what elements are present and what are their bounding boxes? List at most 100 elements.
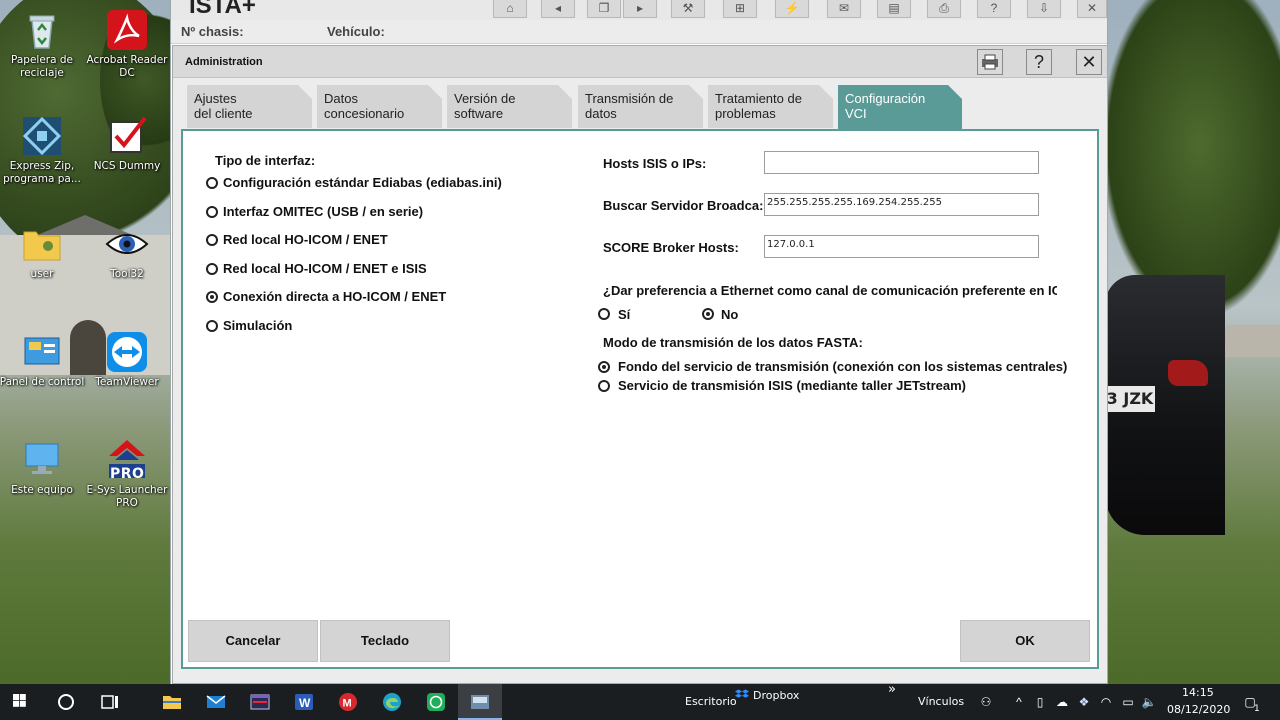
option-ethernet-yes[interactable]: Sí bbox=[618, 307, 630, 322]
tab-transmision-datos[interactable]: Transmisión de datos bbox=[578, 85, 703, 128]
radio-ediabas-standard[interactable] bbox=[206, 177, 218, 189]
task-view-icon bbox=[101, 695, 118, 709]
printer-icon bbox=[982, 54, 998, 70]
forward-arrow-icon[interactable]: ▸ bbox=[623, 0, 657, 18]
tab-label: Ajustes del cliente bbox=[194, 91, 253, 121]
tab-datos-concesionario[interactable]: Datos concesionario bbox=[317, 85, 442, 128]
start-button[interactable] bbox=[0, 684, 44, 720]
taskbar-whatsapp[interactable] bbox=[414, 684, 458, 720]
recycle-bin-icon bbox=[29, 15, 55, 49]
desktop-icon-recycle-bin[interactable]: Papelera de reciclaje bbox=[0, 8, 87, 79]
taskbar-app-browser[interactable] bbox=[238, 684, 282, 720]
option-fasta-background[interactable]: Fondo del servicio de transmisión (conex… bbox=[618, 359, 1067, 374]
download-icon[interactable]: ⇩ bbox=[1027, 0, 1061, 18]
desktop-icon-teamviewer[interactable]: TeamViewer bbox=[82, 330, 172, 389]
radio-direct-connection[interactable] bbox=[206, 291, 218, 303]
taskbar-word[interactable]: W bbox=[282, 684, 326, 720]
toolbar-vinculos[interactable]: Vínculos bbox=[918, 695, 964, 708]
cancel-button[interactable]: Cancelar bbox=[188, 620, 318, 662]
desktop-icon-ncs-dummy[interactable]: NCS Dummy bbox=[82, 114, 172, 173]
measure-icon[interactable]: ⊞ bbox=[723, 0, 757, 18]
document-icon[interactable]: ▤ bbox=[877, 0, 911, 18]
score-broker-field[interactable]: 127.0.0.1 bbox=[764, 235, 1039, 258]
toolbar-dropbox[interactable]: Dropbox bbox=[753, 689, 799, 702]
volume-icon[interactable]: 🔈 bbox=[1141, 694, 1157, 710]
option-ethernet-no[interactable]: No bbox=[721, 307, 738, 322]
edge-icon bbox=[383, 693, 401, 711]
tab-ajustes-cliente[interactable]: Ajustes del cliente bbox=[187, 85, 312, 128]
clock-date[interactable]: 08/12/2020 bbox=[1167, 703, 1230, 716]
desktop-icon-control-panel[interactable]: Panel de control bbox=[0, 330, 87, 389]
isis-hosts-field[interactable] bbox=[764, 151, 1039, 174]
taskbar-file-explorer[interactable] bbox=[150, 684, 194, 720]
close-button[interactable]: ✕ bbox=[1076, 49, 1102, 75]
radio-ethernet-no[interactable] bbox=[702, 308, 714, 320]
help-button[interactable]: ? bbox=[1026, 49, 1052, 75]
desktop-icon-label: Panel de control bbox=[0, 376, 85, 388]
radio-simulation[interactable] bbox=[206, 320, 218, 332]
desktop-icon-label: Express Zip, programa pa... bbox=[3, 160, 81, 185]
taskbar-mega[interactable]: M bbox=[326, 684, 370, 720]
tab-version-software[interactable]: Versión de software bbox=[447, 85, 572, 128]
folder-icon bbox=[163, 696, 181, 709]
taskbar-edge[interactable] bbox=[370, 684, 414, 720]
back-arrow-icon[interactable]: ◂ bbox=[541, 0, 575, 18]
radio-lan-enet-isis[interactable] bbox=[206, 263, 218, 275]
option-simulation[interactable]: Simulación bbox=[223, 318, 292, 333]
desktop-icon-label: Tool32 bbox=[110, 268, 144, 280]
tab-configuracion-vci[interactable]: Configuración VCI bbox=[838, 85, 962, 130]
ok-button[interactable]: OK bbox=[960, 620, 1090, 662]
wifi-icon[interactable]: ◠ bbox=[1098, 694, 1114, 710]
print-icon[interactable]: ⎙ bbox=[927, 0, 961, 18]
svg-text:W: W bbox=[299, 696, 311, 710]
tab-tratamiento-problemas[interactable]: Tratamiento de problemas bbox=[708, 85, 833, 128]
teamviewer-icon bbox=[107, 332, 147, 372]
connect-icon[interactable]: ⚡ bbox=[775, 0, 809, 18]
radio-lan-enet[interactable] bbox=[206, 234, 218, 246]
option-ediabas-standard[interactable]: Configuración estándar Ediabas (ediabas.… bbox=[223, 175, 502, 190]
option-lan-enet-isis[interactable]: Red local HO-ICOM / ENET e ISIS bbox=[223, 261, 427, 276]
onedrive-icon[interactable]: ☁ bbox=[1054, 694, 1070, 710]
taskbar-ista-active[interactable] bbox=[458, 684, 502, 720]
desktop-icon-express-zip[interactable]: Express Zip, programa pa... bbox=[0, 114, 87, 185]
express-zip-icon bbox=[22, 116, 62, 156]
task-view-button[interactable] bbox=[88, 684, 132, 720]
desktop-icon-tool32[interactable]: Tool32 bbox=[82, 222, 172, 281]
desktop-icon-acrobat[interactable]: Acrobat Reader DC bbox=[82, 8, 172, 79]
people-icon[interactable]: ⚇ bbox=[978, 694, 994, 710]
wrench-icon[interactable]: ⚒ bbox=[671, 0, 705, 18]
copy-icon[interactable]: ❐ bbox=[587, 0, 621, 18]
help-icon[interactable]: ? bbox=[977, 0, 1011, 18]
dropbox-tray-icon[interactable]: ❖ bbox=[1076, 694, 1092, 710]
radio-fasta-isis[interactable] bbox=[598, 380, 610, 392]
chevron-up-icon[interactable]: ^ bbox=[1011, 694, 1027, 710]
option-direct-connection[interactable]: Conexión directa a HO-ICOM / ENET bbox=[223, 289, 446, 304]
device-icon[interactable]: ▯ bbox=[1032, 694, 1048, 710]
option-omitec[interactable]: Interfaz OMITEC (USB / en serie) bbox=[223, 204, 423, 219]
search-button[interactable] bbox=[44, 684, 88, 720]
radio-fasta-background[interactable] bbox=[598, 361, 610, 373]
toolbar-chevron[interactable]: » bbox=[888, 682, 896, 697]
option-lan-enet[interactable]: Red local HO-ICOM / ENET bbox=[223, 232, 388, 247]
radio-ethernet-yes[interactable] bbox=[598, 308, 610, 320]
broadcast-field[interactable]: 255.255.255.255.169.254.255.255 bbox=[764, 193, 1039, 216]
clock-time[interactable]: 14:15 bbox=[1182, 686, 1214, 699]
battery-icon[interactable]: ▭ bbox=[1120, 694, 1136, 710]
toolbar-escritorio[interactable]: Escritorio bbox=[685, 695, 737, 708]
taskbar-mail[interactable] bbox=[194, 684, 238, 720]
desktop-icon-label: user bbox=[30, 268, 54, 280]
print-button[interactable] bbox=[977, 49, 1003, 75]
word-icon: W bbox=[295, 694, 313, 710]
isis-hosts-label: Hosts ISIS o IPs: bbox=[603, 156, 707, 171]
radio-omitec[interactable] bbox=[206, 206, 218, 218]
desktop-icon-user[interactable]: user bbox=[0, 222, 87, 281]
home-icon[interactable]: ⌂ bbox=[493, 0, 527, 18]
score-broker-label: SCORE Broker Hosts: bbox=[603, 240, 739, 255]
mail-icon[interactable]: ✉ bbox=[827, 0, 861, 18]
desktop-icon-this-pc[interactable]: Este equipo bbox=[0, 438, 87, 497]
keyboard-button[interactable]: Teclado bbox=[320, 620, 450, 662]
whatsapp-icon bbox=[427, 693, 445, 711]
windows-icon bbox=[13, 694, 26, 707]
option-fasta-isis[interactable]: Servicio de transmisión ISIS (mediante t… bbox=[618, 378, 966, 393]
close-icon[interactable]: ✕ bbox=[1077, 0, 1107, 18]
